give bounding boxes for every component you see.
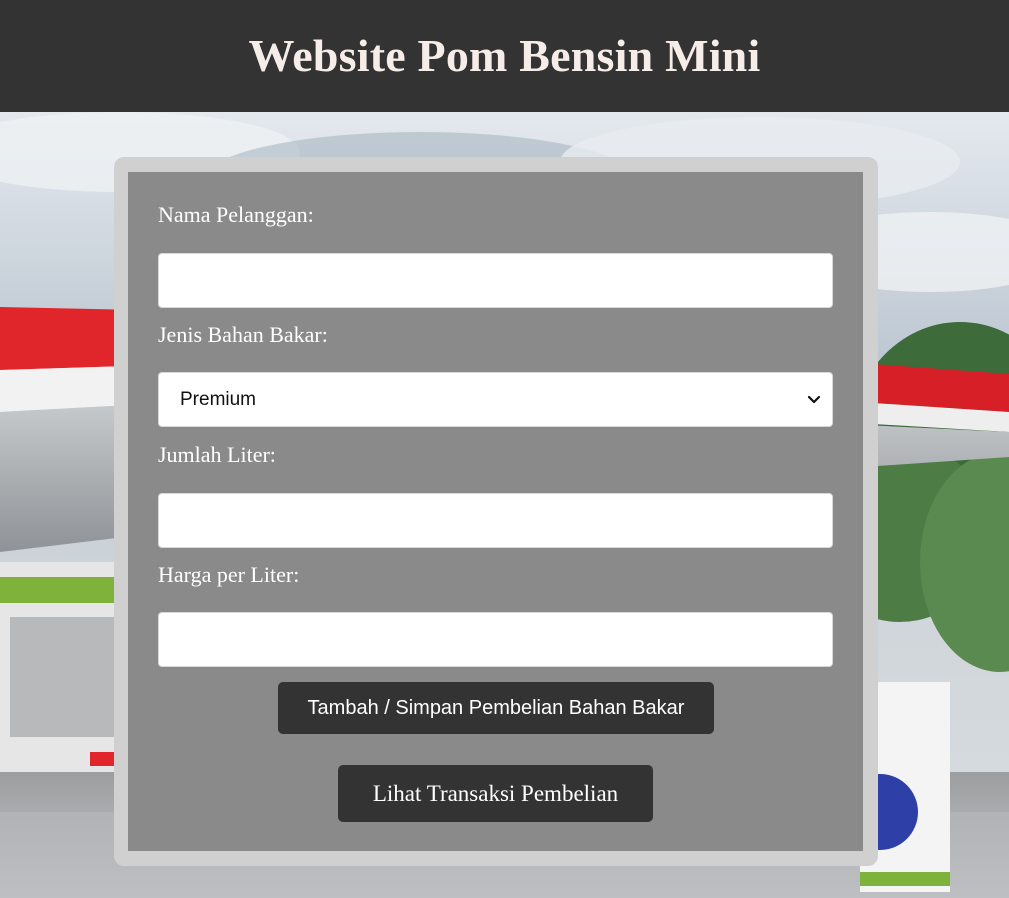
price-per-liter-input[interactable] xyxy=(158,612,833,667)
liters-label: Jumlah Liter: xyxy=(158,442,276,467)
form-card: Nama Pelanggan: Jenis Bahan Bakar: Premi… xyxy=(114,157,878,866)
fuel-type-label: Jenis Bahan Bakar: xyxy=(158,322,328,347)
chevron-down-icon xyxy=(806,392,822,408)
customer-name-label: Nama Pelanggan: xyxy=(158,202,314,227)
save-purchase-button[interactable]: Tambah / Simpan Pembelian Bahan Bakar xyxy=(278,682,714,734)
page-header: Website Pom Bensin Mini xyxy=(0,0,1009,112)
liters-input[interactable] xyxy=(158,493,833,548)
form-panel: Nama Pelanggan: Jenis Bahan Bakar: Premi… xyxy=(128,172,863,851)
purchase-form: Nama Pelanggan: Jenis Bahan Bakar: Premi… xyxy=(128,172,863,851)
price-per-liter-label: Harga per Liter: xyxy=(158,562,300,587)
fuel-type-selected: Premium xyxy=(180,388,257,410)
page-title: Website Pom Bensin Mini xyxy=(248,29,761,81)
customer-name-input[interactable] xyxy=(158,253,833,308)
view-transactions-button[interactable]: Lihat Transaksi Pembelian xyxy=(338,765,653,822)
fuel-type-select[interactable]: Premium xyxy=(158,372,833,427)
